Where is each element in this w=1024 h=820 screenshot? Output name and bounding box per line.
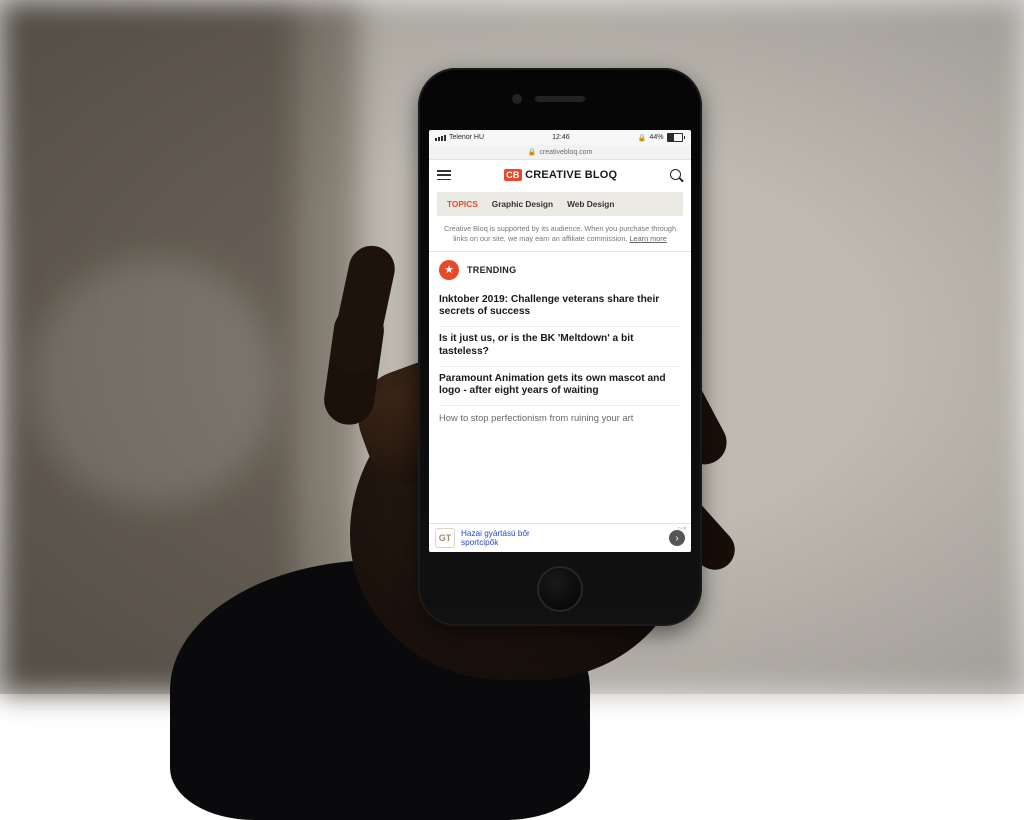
- hamburger-menu-icon[interactable]: [437, 170, 451, 180]
- star-icon: ★: [439, 260, 459, 280]
- ad-text: Hazai gyártású bőr sportcipők: [461, 529, 663, 547]
- site-header: CB CREATIVE BLOQ: [429, 160, 691, 190]
- safari-url-bar[interactable]: 🔒 creativebloq.com: [429, 145, 691, 160]
- tab-topics[interactable]: TOPICS: [447, 199, 478, 209]
- status-time: 12:46: [552, 134, 570, 141]
- article-link[interactable]: How to stop perfectionism from ruining y…: [439, 406, 681, 426]
- tab-graphic-design[interactable]: Graphic Design: [492, 199, 553, 209]
- adchoices-icon[interactable]: ▷✕: [678, 526, 687, 532]
- trending-header: ★ TRENDING: [429, 252, 691, 288]
- ad-arrow-icon[interactable]: ›: [669, 530, 685, 546]
- logo-text: CREATIVE BLOQ: [525, 169, 617, 181]
- earpiece-speaker: [535, 96, 585, 102]
- orientation-lock-icon: 🔒: [638, 134, 647, 142]
- ad-line1: Hazai gyártású bőr: [461, 529, 530, 538]
- learn-more-link[interactable]: Learn more: [629, 234, 666, 243]
- ad-banner[interactable]: ▷✕ GT Hazai gyártású bőr sportcipők ›: [429, 523, 691, 552]
- ad-line2: sportcipők: [461, 538, 498, 547]
- iphone-frame: Telenor HU 12:46 🔒 44% 🔒 creativebloq.co…: [418, 68, 702, 626]
- article-list: Inktober 2019: Challenge veterans share …: [429, 288, 691, 552]
- logo-badge: CB: [504, 169, 522, 181]
- lock-icon: 🔒: [528, 148, 537, 156]
- topic-tabs: TOPICS Graphic Design Web Design: [437, 192, 683, 216]
- url-domain: creativebloq.com: [539, 149, 592, 156]
- battery-percentage: 44%: [649, 134, 663, 141]
- front-camera: [512, 94, 522, 104]
- ad-sponsor-badge: GT: [435, 528, 455, 548]
- carrier-name: Telenor HU: [449, 134, 484, 141]
- battery-icon: [667, 133, 686, 142]
- home-button[interactable]: [537, 566, 583, 612]
- ios-status-bar: Telenor HU 12:46 🔒 44%: [429, 130, 691, 145]
- article-link[interactable]: Is it just us, or is the BK 'Meltdown' a…: [439, 327, 681, 367]
- search-icon[interactable]: [670, 169, 683, 182]
- phone-screen: Telenor HU 12:46 🔒 44% 🔒 creativebloq.co…: [429, 130, 691, 552]
- trending-label: TRENDING: [467, 265, 516, 275]
- tab-web-design[interactable]: Web Design: [567, 199, 614, 209]
- article-link[interactable]: Inktober 2019: Challenge veterans share …: [439, 288, 681, 328]
- article-link[interactable]: Paramount Animation gets its own mascot …: [439, 367, 681, 407]
- site-logo[interactable]: CB CREATIVE BLOQ: [504, 169, 618, 181]
- signal-bars-icon: [435, 135, 446, 141]
- affiliate-disclaimer: Creative Bloq is supported by its audien…: [429, 216, 691, 252]
